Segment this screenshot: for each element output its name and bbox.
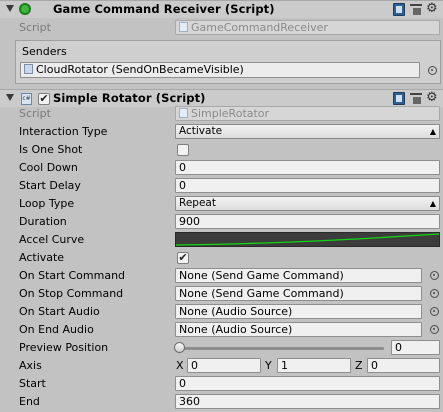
help-book-icon[interactable] bbox=[393, 92, 405, 105]
component-title: Simple Rotator (Script) bbox=[53, 91, 206, 105]
preview-position-slider-track[interactable] bbox=[178, 347, 384, 350]
on-start-audio-field[interactable]: None (Audio Source) bbox=[175, 304, 422, 319]
end-label: End bbox=[19, 395, 40, 408]
foldout-arrow-icon[interactable] bbox=[6, 94, 14, 101]
foldout-arrow-icon[interactable] bbox=[6, 5, 14, 12]
object-picker-icon[interactable] bbox=[430, 325, 439, 334]
dropdown-arrow-icon: ▲▼ bbox=[429, 199, 436, 208]
axis-y-label: Y bbox=[265, 359, 272, 372]
gear-icon[interactable]: ⚙ bbox=[426, 1, 438, 17]
help-book-icon[interactable] bbox=[393, 3, 405, 16]
interaction-type-dropdown[interactable]: Activate ▲▼ bbox=[175, 124, 440, 139]
senders-item-field[interactable]: CloudRotator (SendOnBecameVisible) bbox=[20, 62, 420, 78]
script-icon bbox=[179, 22, 188, 32]
object-picker-icon[interactable] bbox=[428, 66, 437, 75]
axis-z-input[interactable]: 0 bbox=[367, 358, 440, 373]
script-icon: c# bbox=[21, 93, 32, 105]
on-end-audio-row: On End Audio None (Audio Source) bbox=[0, 321, 443, 339]
script-value: SimpleRotator bbox=[191, 107, 270, 120]
activate-label: Activate bbox=[19, 251, 65, 264]
duration-label: Duration bbox=[19, 215, 67, 228]
start-delay-row: Start Delay 0 bbox=[0, 177, 443, 195]
script-icon bbox=[24, 64, 33, 74]
loop-type-dropdown[interactable]: Repeat ▲▼ bbox=[175, 196, 440, 211]
start-label: Start bbox=[19, 377, 46, 390]
on-stop-command-row: On Stop Command None (Send Game Command) bbox=[0, 285, 443, 303]
preview-position-slider-thumb[interactable] bbox=[174, 342, 185, 353]
component-enabled-checkbox[interactable]: ✔ bbox=[38, 93, 50, 105]
on-start-command-row: On Start Command None (Send Game Command… bbox=[0, 267, 443, 285]
object-picker-icon[interactable] bbox=[430, 271, 439, 280]
activate-checkbox[interactable]: ✔ bbox=[177, 252, 189, 264]
accel-curve-label: Accel Curve bbox=[19, 233, 85, 246]
duration-input[interactable]: 900 bbox=[175, 214, 440, 229]
preview-position-label: Preview Position bbox=[19, 341, 109, 354]
on-start-command-label: On Start Command bbox=[19, 269, 126, 282]
accel-curve-row: Accel Curve bbox=[0, 231, 443, 249]
start-delay-label: Start Delay bbox=[19, 179, 81, 192]
duration-row: Duration 900 bbox=[0, 213, 443, 231]
accel-curve-field[interactable] bbox=[175, 232, 440, 247]
script-field: GameCommandReceiver bbox=[175, 20, 440, 35]
axis-row: Axis X 0 Y 1 Z 0 bbox=[0, 357, 443, 375]
start-row: Start 0 bbox=[0, 375, 443, 393]
start-input[interactable]: 0 bbox=[175, 376, 440, 391]
axis-x-input[interactable]: 0 bbox=[187, 358, 261, 373]
on-stop-command-field[interactable]: None (Send Game Command) bbox=[175, 286, 422, 301]
gear-icon[interactable]: ⚙ bbox=[426, 90, 438, 106]
axis-y-input[interactable]: 1 bbox=[277, 358, 351, 373]
preset-icon[interactable] bbox=[410, 92, 422, 105]
axis-label: Axis bbox=[19, 359, 42, 372]
preset-icon[interactable] bbox=[410, 3, 422, 16]
senders-label: Senders bbox=[22, 45, 67, 58]
script-label: Script bbox=[19, 107, 51, 120]
on-end-audio-label: On End Audio bbox=[19, 323, 94, 336]
on-stop-command-label: On Stop Command bbox=[19, 287, 124, 300]
on-start-command-field[interactable]: None (Send Game Command) bbox=[175, 268, 422, 283]
dropdown-arrow-icon: ▲▼ bbox=[429, 127, 436, 136]
gameobject-icon bbox=[19, 3, 31, 15]
cool-down-label: Cool Down bbox=[19, 161, 78, 174]
script-field-row: Script GameCommandReceiver bbox=[0, 19, 443, 37]
interaction-type-value: Activate bbox=[179, 125, 223, 137]
senders-list: Senders CloudRotator (SendOnBecameVisibl… bbox=[15, 40, 441, 84]
script-icon bbox=[179, 108, 188, 118]
component-header-game-command-receiver[interactable]: Game Command Receiver (Script) ⚙ bbox=[0, 0, 443, 18]
is-one-shot-label: Is One Shot bbox=[19, 143, 83, 156]
script-field: SimpleRotator bbox=[175, 106, 440, 121]
component-title: Game Command Receiver (Script) bbox=[53, 2, 275, 16]
end-row: End 360 bbox=[0, 393, 443, 411]
on-start-audio-label: On Start Audio bbox=[19, 305, 100, 318]
interaction-type-label: Interaction Type bbox=[19, 125, 108, 138]
object-picker-icon[interactable] bbox=[430, 307, 439, 316]
preview-position-input[interactable]: 0 bbox=[391, 340, 440, 355]
start-delay-input[interactable]: 0 bbox=[175, 178, 440, 193]
accel-curve-graph bbox=[176, 233, 439, 246]
interaction-type-row: Interaction Type Activate ▲▼ bbox=[0, 123, 443, 141]
axis-x-label: X bbox=[176, 359, 184, 372]
is-one-shot-row: Is One Shot bbox=[0, 141, 443, 159]
object-picker-icon[interactable] bbox=[430, 289, 439, 298]
end-input[interactable]: 360 bbox=[175, 394, 440, 409]
axis-z-label: Z bbox=[355, 359, 363, 372]
preview-position-row: Preview Position 0 bbox=[0, 339, 443, 357]
activate-row: Activate ✔ bbox=[0, 249, 443, 267]
on-start-audio-row: On Start Audio None (Audio Source) bbox=[0, 303, 443, 321]
script-value: GameCommandReceiver bbox=[191, 21, 328, 34]
loop-type-value: Repeat bbox=[179, 197, 216, 209]
on-end-audio-field[interactable]: None (Audio Source) bbox=[175, 322, 422, 337]
loop-type-label: Loop Type bbox=[19, 197, 75, 210]
script-field-row: Script SimpleRotator bbox=[0, 105, 443, 123]
script-label: Script bbox=[19, 21, 51, 34]
loop-type-row: Loop Type Repeat ▲▼ bbox=[0, 195, 443, 213]
senders-item-value: CloudRotator (SendOnBecameVisible) bbox=[36, 63, 244, 76]
is-one-shot-checkbox[interactable] bbox=[177, 144, 189, 156]
cool-down-row: Cool Down 0 bbox=[0, 159, 443, 177]
cool-down-input[interactable]: 0 bbox=[175, 160, 440, 175]
